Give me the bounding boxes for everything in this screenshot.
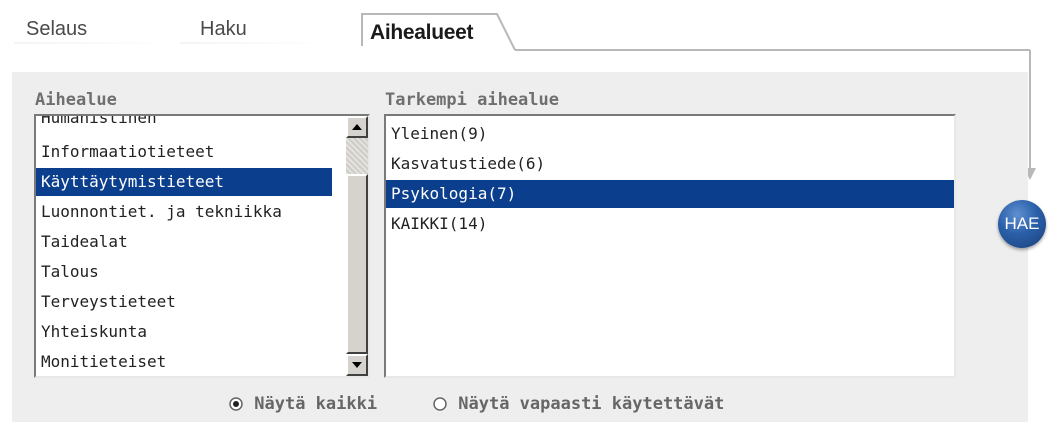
list-item-luonnontiet[interactable]: Luonnontiet. ja tekniikka [36, 198, 348, 226]
list-item-humanistinen[interactable]: Humanistinen [36, 116, 348, 132]
scroll-track[interactable] [346, 138, 368, 174]
scroll-thumb[interactable] [346, 174, 368, 354]
list-item-psykologia[interactable]: Psykologia(7) [386, 180, 954, 208]
tarkempi-aihealue-label: Tarkempi aihealue [385, 90, 559, 110]
list-item-talous[interactable]: Talous [36, 258, 348, 286]
arrow-up-icon [352, 124, 362, 130]
list-item-informaatiotieteet[interactable]: Informaatiotieteet [36, 138, 348, 166]
radio-show-free[interactable]: Näytä vapaasti käytettävät [432, 394, 724, 414]
filter-panel: Aihealue Tarkempi aihealue Humanistinen … [12, 72, 1028, 422]
scroll-up-button[interactable] [346, 116, 368, 138]
list-item-kasvatustiede[interactable]: Kasvatustiede(6) [386, 150, 954, 178]
list-item-taidealat[interactable]: Taidealat [36, 228, 348, 256]
radio-show-all[interactable]: Näytä kaikki [228, 394, 377, 414]
list-item-yhteiskunta[interactable]: Yhteiskunta [36, 318, 348, 346]
aihealue-label: Aihealue [35, 90, 117, 110]
list-item-yleinen[interactable]: Yleinen(9) [386, 120, 954, 148]
radio-show-all-label[interactable]: Näytä kaikki [254, 394, 377, 414]
search-button[interactable]: HAE [998, 200, 1046, 248]
arrow-down-icon [352, 362, 362, 368]
list-item-monitieteiset[interactable]: Monitieteiset [36, 348, 348, 376]
list-item-kaikki[interactable]: KAIKKI(14) [386, 210, 954, 238]
list-item-kayttaytymistieteet[interactable]: Käyttäytymistieteet [36, 168, 332, 196]
radio-unchecked-icon[interactable] [432, 396, 448, 412]
radio-show-free-label[interactable]: Näytä vapaasti käytettävät [458, 394, 724, 414]
list-item-terveystieteet[interactable]: Terveystieteet [36, 288, 348, 316]
left-list-scrollbar[interactable] [346, 116, 368, 376]
tarkempi-aihealue-listbox[interactable]: Yleinen(9) Kasvatustiede(6) Psykologia(7… [384, 114, 956, 378]
aihealue-listbox[interactable]: Humanistinen Informaatiotieteet Käyttäyt… [34, 114, 370, 378]
scroll-down-button[interactable] [346, 354, 368, 376]
radio-checked-icon[interactable] [228, 396, 244, 412]
